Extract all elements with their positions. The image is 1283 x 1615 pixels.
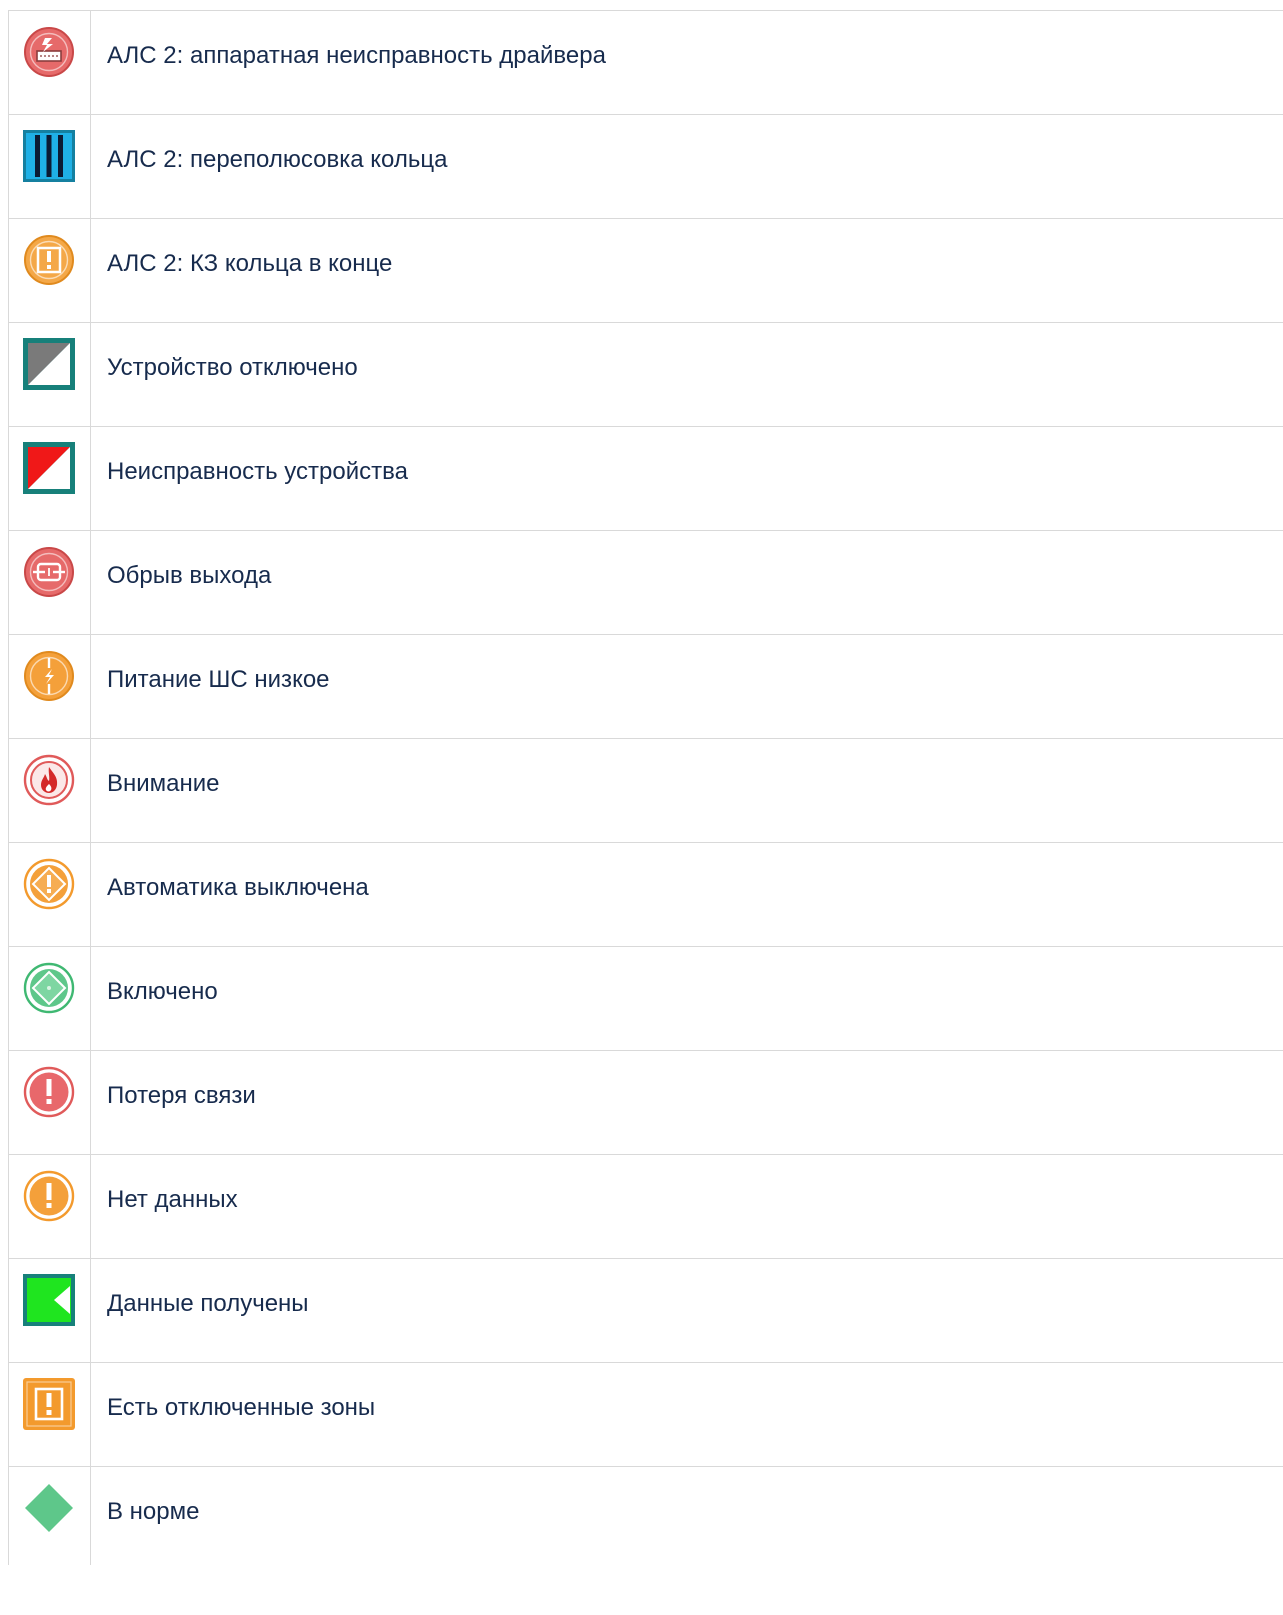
row-label: АЛС 2: КЗ кольца в конце bbox=[107, 250, 393, 277]
row-label: Неисправность устройства bbox=[107, 458, 408, 485]
text-cell: Питание ШС низкое bbox=[90, 634, 1283, 739]
text-cell: Есть отключенные зоны bbox=[90, 1362, 1283, 1467]
text-cell: Включено bbox=[90, 946, 1283, 1051]
icon-cell bbox=[8, 634, 91, 739]
fire-attention-icon bbox=[23, 754, 75, 806]
device-fault-icon bbox=[23, 442, 75, 494]
icon-cell bbox=[8, 842, 91, 947]
table-row: Обрыв выхода bbox=[8, 530, 1283, 635]
table-row: Нет данных bbox=[8, 1154, 1283, 1259]
text-cell: Автоматика выключена bbox=[90, 842, 1283, 947]
icon-cell bbox=[8, 322, 91, 427]
row-label: Потеря связи bbox=[107, 1082, 256, 1109]
row-label: Данные получены bbox=[107, 1290, 309, 1317]
disabled-zones-icon bbox=[23, 1378, 75, 1430]
text-cell: АЛС 2: аппаратная неисправность драйвера bbox=[90, 10, 1283, 115]
icon-cell bbox=[8, 218, 91, 323]
text-cell: Внимание bbox=[90, 738, 1283, 843]
table-row: Данные получены bbox=[8, 1258, 1283, 1363]
icon-cell bbox=[8, 946, 91, 1051]
table-row: В норме bbox=[8, 1466, 1283, 1565]
ring-end-short-circuit-icon bbox=[23, 234, 75, 286]
row-label: Обрыв выхода bbox=[107, 562, 272, 589]
no-data-icon bbox=[23, 1170, 75, 1222]
table-row: Внимание bbox=[8, 738, 1283, 843]
automation-off-icon bbox=[23, 858, 75, 910]
icon-cell bbox=[8, 530, 91, 635]
row-label: В норме bbox=[107, 1498, 200, 1525]
row-label: АЛС 2: переполюсовка кольца bbox=[107, 146, 448, 173]
row-label: Питание ШС низкое bbox=[107, 666, 330, 693]
table-row: Включено bbox=[8, 946, 1283, 1051]
output-break-icon bbox=[23, 546, 75, 598]
text-cell: В норме bbox=[90, 1466, 1283, 1565]
icon-cell bbox=[8, 10, 91, 115]
table-row: АЛС 2: аппаратная неисправность драйвера bbox=[8, 10, 1283, 115]
table-row: Устройство отключено bbox=[8, 322, 1283, 427]
data-received-icon bbox=[23, 1274, 75, 1326]
text-cell: АЛС 2: КЗ кольца в конце bbox=[90, 218, 1283, 323]
row-label: Включено bbox=[107, 978, 218, 1005]
icon-cell bbox=[8, 738, 91, 843]
device-disabled-icon bbox=[23, 338, 75, 390]
row-label: Есть отключенные зоны bbox=[107, 1394, 376, 1421]
table-row: Есть отключенные зоны bbox=[8, 1362, 1283, 1467]
table-row: Питание ШС низкое bbox=[8, 634, 1283, 739]
connection-lost-icon bbox=[23, 1066, 75, 1118]
text-cell: Данные получены bbox=[90, 1258, 1283, 1363]
text-cell: Обрыв выхода bbox=[90, 530, 1283, 635]
table-row: АЛС 2: КЗ кольца в конце bbox=[8, 218, 1283, 323]
row-label: Нет данных bbox=[107, 1186, 238, 1213]
table-row: Потеря связи bbox=[8, 1050, 1283, 1155]
enabled-icon bbox=[23, 962, 75, 1014]
table-row: Автоматика выключена bbox=[8, 842, 1283, 947]
text-cell: Потеря связи bbox=[90, 1050, 1283, 1155]
driver-hardware-fault-icon bbox=[23, 26, 75, 78]
row-label: Внимание bbox=[107, 770, 220, 797]
text-cell: Нет данных bbox=[90, 1154, 1283, 1259]
icon-cell bbox=[8, 1050, 91, 1155]
text-cell: Неисправность устройства bbox=[90, 426, 1283, 531]
table-row: АЛС 2: переполюсовка кольца bbox=[8, 114, 1283, 219]
row-label: АЛС 2: аппаратная неисправность драйвера bbox=[107, 42, 606, 69]
table-row: Неисправность устройства bbox=[8, 426, 1283, 531]
icon-cell bbox=[8, 1154, 91, 1259]
icon-cell bbox=[8, 114, 91, 219]
icon-cell bbox=[8, 426, 91, 531]
text-cell: АЛС 2: переполюсовка кольца bbox=[90, 114, 1283, 219]
row-label: Автоматика выключена bbox=[107, 874, 369, 901]
low-power-icon bbox=[23, 650, 75, 702]
text-cell: Устройство отключено bbox=[90, 322, 1283, 427]
row-label: Устройство отключено bbox=[107, 354, 358, 381]
icon-cell bbox=[8, 1362, 91, 1467]
ring-polarity-reversal-icon bbox=[23, 130, 75, 182]
status-legend-table: АЛС 2: аппаратная неисправность драйвера… bbox=[8, 10, 1283, 1565]
icon-cell bbox=[8, 1466, 91, 1565]
icon-cell bbox=[8, 1258, 91, 1363]
normal-icon bbox=[23, 1482, 75, 1534]
